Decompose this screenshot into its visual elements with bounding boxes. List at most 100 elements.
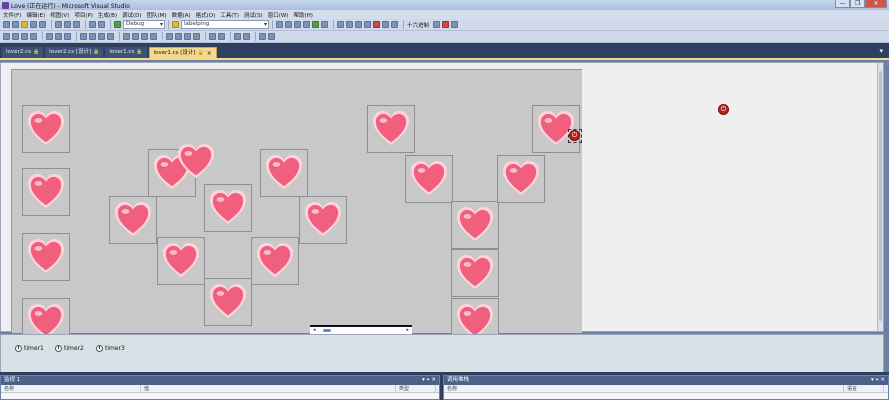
align-bottoms-icon[interactable] <box>64 33 71 40</box>
step-into-icon[interactable] <box>337 21 344 28</box>
heart-picture-box[interactable] <box>22 168 70 216</box>
save-all-icon[interactable] <box>39 21 46 28</box>
menu-team[interactable]: 团队(M) <box>147 11 167 19</box>
paste-icon[interactable] <box>73 21 80 28</box>
increase-vertical-spacing-icon[interactable] <box>175 33 182 40</box>
show-next-statement-icon[interactable] <box>391 21 398 28</box>
menu-tools[interactable]: 工具(T) <box>220 11 239 19</box>
align-centers-icon[interactable] <box>21 33 28 40</box>
redo-icon[interactable] <box>98 21 105 28</box>
menu-window[interactable]: 窗口(W) <box>268 11 289 19</box>
maximize-button[interactable]: ❐ <box>850 0 865 8</box>
tab-list-dropdown-icon[interactable]: ▾ <box>879 47 883 55</box>
heart-picture-box[interactable] <box>405 155 453 203</box>
solution-config-combo[interactable]: Debug <box>123 20 165 29</box>
heart-picture-box[interactable] <box>204 278 252 326</box>
tab-order-icon[interactable] <box>259 33 266 40</box>
decrease-vertical-spacing-icon[interactable] <box>184 33 191 40</box>
menu-debug[interactable]: 调试(D) <box>122 11 142 19</box>
horizontal-spacing-icon[interactable] <box>123 33 130 40</box>
properties-icon[interactable] <box>285 21 292 28</box>
panel-controls-icon[interactable]: ▾ ⌖ ✕ <box>871 376 885 385</box>
save-icon[interactable] <box>30 21 37 28</box>
extension-icon[interactable] <box>312 21 319 28</box>
solution-explorer-icon[interactable] <box>276 21 283 28</box>
cut-icon[interactable] <box>55 21 62 28</box>
step-out-icon[interactable] <box>355 21 362 28</box>
bring-to-front-icon[interactable] <box>234 33 241 40</box>
new-project-icon[interactable] <box>3 21 10 28</box>
toolbar-options-icon[interactable] <box>451 21 459 28</box>
column-header-name[interactable]: 名称 <box>1 385 141 392</box>
make-same-height-icon[interactable] <box>98 33 105 40</box>
heart-picture-box[interactable] <box>109 196 157 244</box>
column-header-name[interactable]: 名称 <box>444 385 844 392</box>
timer2-component[interactable]: timer2 <box>55 345 84 352</box>
timer1-component[interactable]: timer1 <box>15 345 44 352</box>
stop-debugging-icon[interactable] <box>373 21 380 28</box>
align-rights-icon[interactable] <box>30 33 37 40</box>
undo-icon[interactable] <box>89 21 96 28</box>
heart-picture-box[interactable] <box>204 184 252 232</box>
menu-test[interactable]: 测试(S) <box>244 11 263 19</box>
center-horizontally-icon[interactable] <box>209 33 216 40</box>
heart-picture-box[interactable] <box>299 196 347 244</box>
designer-vertical-scrollbar[interactable] <box>877 63 883 331</box>
minimize-button[interactable]: — <box>835 0 850 8</box>
decrease-horizontal-spacing-icon[interactable] <box>141 33 148 40</box>
command-window-icon[interactable] <box>321 21 328 28</box>
timer3-component[interactable]: timer3 <box>96 345 125 352</box>
copy-icon[interactable] <box>64 21 71 28</box>
step-over-icon[interactable] <box>346 21 353 28</box>
remove-vertical-spacing-icon[interactable] <box>193 33 200 40</box>
heart-picture-box[interactable] <box>260 149 308 197</box>
menu-edit[interactable]: 编辑(E) <box>26 11 45 19</box>
panel-controls-icon[interactable]: ▾ ⌖ ✕ <box>422 376 436 385</box>
love-form[interactable]: ◂ ▸ <box>11 69 582 346</box>
tab-lover2-design[interactable]: lover2.cs [设计] 🔒 <box>45 47 104 58</box>
heart-picture-box[interactable] <box>157 237 205 285</box>
heart-picture-box[interactable] <box>251 237 299 285</box>
object-browser-icon[interactable] <box>294 21 301 28</box>
tab-lover2-cs[interactable]: lover2.cs 🔒 <box>2 47 44 58</box>
menu-format[interactable]: 格式(O) <box>196 11 216 19</box>
menu-help[interactable]: 帮助(H) <box>293 11 312 19</box>
designer-scroll-thumb[interactable] <box>879 71 882 321</box>
menu-file[interactable]: 文件(F) <box>3 11 21 19</box>
find-combo[interactable]: labelping <box>181 20 269 29</box>
power-icon[interactable]: ⏻ <box>569 130 580 141</box>
layout-options-icon[interactable] <box>268 33 275 40</box>
close-tab-icon[interactable]: × <box>207 48 212 59</box>
column-header-language[interactable]: 语言 <box>844 385 884 392</box>
pause-icon[interactable] <box>364 21 371 28</box>
scroll-left-arrow-icon[interactable]: ◂ <box>313 327 316 333</box>
menu-data[interactable]: 数据(A) <box>172 11 191 19</box>
continue-icon[interactable] <box>114 21 121 28</box>
menu-view[interactable]: 视图(V) <box>50 11 69 19</box>
menu-build[interactable]: 生成(B) <box>98 11 117 19</box>
size-to-grid-icon[interactable] <box>89 33 96 40</box>
align-to-grid-icon[interactable] <box>3 33 10 40</box>
hex-display-toggle[interactable]: 十六进制 <box>407 21 429 29</box>
breakpoints-icon[interactable] <box>433 21 441 28</box>
heart-picture-box[interactable] <box>451 201 499 249</box>
vertical-spacing-icon[interactable] <box>166 33 173 40</box>
toolbox-icon[interactable] <box>303 21 310 28</box>
heart-picture-box[interactable] <box>22 233 70 281</box>
remove-horizontal-spacing-icon[interactable] <box>150 33 157 40</box>
column-header-type[interactable]: 类型 <box>396 385 436 392</box>
align-tops-icon[interactable] <box>46 33 53 40</box>
heart-picture-box[interactable] <box>367 105 415 153</box>
align-middles-icon[interactable] <box>55 33 62 40</box>
align-lefts-icon[interactable] <box>12 33 19 40</box>
exception-icon[interactable] <box>442 21 450 28</box>
menu-project[interactable]: 项目(P) <box>74 11 93 19</box>
center-vertically-icon[interactable] <box>218 33 225 40</box>
add-item-icon[interactable] <box>12 21 19 28</box>
scroll-thumb[interactable] <box>323 329 331 332</box>
tab-lover1-design[interactable]: lover1.cs [设计] 🔒 × <box>148 47 217 59</box>
make-same-size-icon[interactable] <box>107 33 114 40</box>
column-header-value[interactable]: 值 <box>141 385 396 392</box>
find-icon[interactable] <box>172 21 179 28</box>
make-same-width-icon[interactable] <box>80 33 87 40</box>
